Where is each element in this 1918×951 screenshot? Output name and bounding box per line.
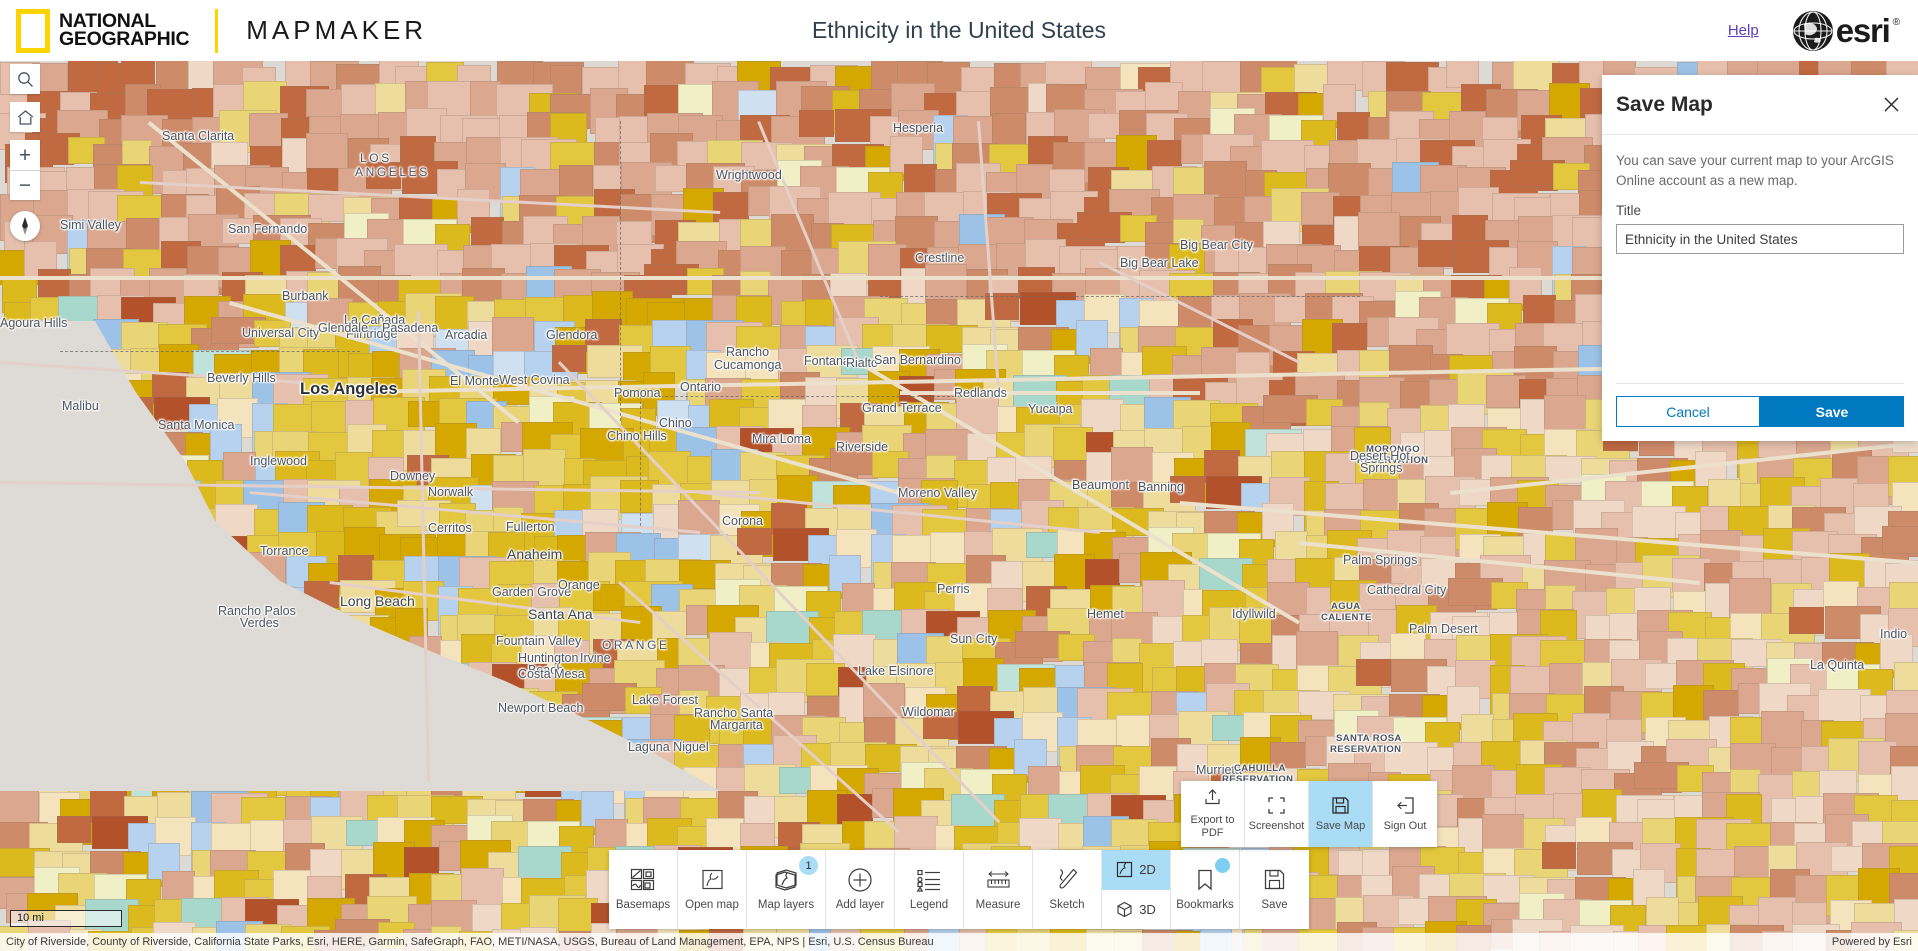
bookmarks-dot-badge <box>1215 858 1230 873</box>
open-map-icon <box>699 866 726 893</box>
upload-icon <box>1202 788 1224 810</box>
zoom-in-button[interactable]: + <box>10 140 40 170</box>
toolbar-label-map-layers: Map layers <box>757 899 815 912</box>
mapmaker-wordmark: MAPMAKER <box>246 15 428 45</box>
zoom-in-label: + <box>18 143 32 167</box>
submenu-label-sign-out: Sign Out <box>1383 820 1427 833</box>
natgeo-wordmark: NATIONAL GEOGRAPHIC <box>59 11 190 50</box>
esri-globe-icon <box>1792 10 1833 51</box>
map-2d-icon <box>1117 862 1133 878</box>
search-icon[interactable] <box>10 64 40 94</box>
toolbar-item-map-layers[interactable]: 1 Map layers <box>747 850 826 929</box>
close-icon[interactable] <box>1878 92 1904 118</box>
dimension-2d-label: 2D <box>1139 862 1156 878</box>
header-right-group: Help esri ® <box>1728 0 1900 61</box>
bookmark-icon <box>1192 866 1219 893</box>
toolbar-item-save[interactable]: Save <box>1240 850 1309 929</box>
map-controls: + − <box>10 64 40 241</box>
toolbar-label-add-layer: Add layer <box>835 899 885 912</box>
home-icon[interactable] <box>10 102 40 132</box>
attribution-sources: City of Riverside, County of Riverside, … <box>6 936 934 948</box>
zoom-out-button[interactable]: − <box>10 170 40 200</box>
save-map-dialog-title: Save Map <box>1616 92 1713 116</box>
cancel-button[interactable]: Cancel <box>1616 396 1760 427</box>
submenu-item-screenshot[interactable]: Screenshot <box>1245 781 1309 847</box>
toolbar-item-bookmarks[interactable]: Bookmarks <box>1171 850 1240 929</box>
screenshot-icon <box>1266 794 1288 816</box>
toolbar-item-add-layer[interactable]: Add layer <box>826 850 895 929</box>
powered-by-esri: Powered by Esri <box>1831 936 1912 948</box>
toolbar-label-sketch: Sketch <box>1049 899 1085 912</box>
scale-bar: 10 mi <box>10 910 122 927</box>
submenu-item-save-map[interactable]: Save Map <box>1309 781 1373 847</box>
submenu-item-export-pdf[interactable]: Export to PDF <box>1181 781 1245 847</box>
national-geographic-logo: NATIONAL GEOGRAPHIC MAPMAKER <box>16 8 428 53</box>
pencil-icon <box>1054 866 1081 893</box>
zoom-controls: + − <box>10 140 40 200</box>
toolbar-label-save: Save <box>1261 899 1288 912</box>
scale-bar-label: 10 mi <box>17 912 44 924</box>
esri-registered-mark: ® <box>1892 16 1900 28</box>
title-input[interactable] <box>1616 224 1904 255</box>
dimension-3d-button[interactable]: 3D <box>1102 890 1170 930</box>
esri-wordmark: esri <box>1835 11 1891 49</box>
dimension-3d-label: 3D <box>1139 901 1156 917</box>
compass-icon[interactable] <box>10 211 40 241</box>
save-map-description: You can save your current map to your Ar… <box>1616 153 1894 188</box>
plus-circle-icon <box>847 866 874 893</box>
submenu-label-save-map: Save Map <box>1315 820 1366 833</box>
bottom-toolbar: Basemaps Open map 1 Map layers Add layer… <box>609 850 1309 929</box>
help-link[interactable]: Help <box>1728 22 1759 39</box>
toolbar-label-measure: Measure <box>975 899 1021 912</box>
map-layers-badge: 1 <box>799 856 818 875</box>
app-header: NATIONAL GEOGRAPHIC MAPMAKER Ethnicity i… <box>0 0 1918 61</box>
signout-icon <box>1394 794 1416 816</box>
toolbar-item-open-map[interactable]: Open map <box>678 850 747 929</box>
map-layers-icon <box>773 866 800 893</box>
legend-icon <box>916 866 943 893</box>
toolbar-label-bookmarks: Bookmarks <box>1176 899 1234 912</box>
ruler-icon <box>985 866 1012 893</box>
dimension-toggle-group: 2D 3D <box>1102 850 1171 929</box>
save-map-dialog-body: You can save your current map to your Ar… <box>1602 135 1918 383</box>
toolbar-label-basemaps: Basemaps <box>615 899 671 912</box>
toolbar-item-sketch[interactable]: Sketch <box>1033 850 1102 929</box>
toolbar-label-legend: Legend <box>909 899 949 912</box>
mapmaker-application: NATIONAL GEOGRAPHIC MAPMAKER Ethnicity i… <box>0 0 1918 951</box>
save-submenu: Export to PDF Screenshot Save Map Sign O… <box>1181 781 1437 847</box>
save-map-dialog-footer: Cancel Save <box>1616 383 1904 441</box>
floppy-icon <box>1330 794 1352 816</box>
title-field-label: Title <box>1616 203 1642 219</box>
submenu-label-screenshot: Screenshot <box>1248 820 1305 833</box>
submenu-item-sign-out[interactable]: Sign Out <box>1373 781 1437 847</box>
save-button[interactable]: Save <box>1760 396 1904 427</box>
natgeo-yellow-rectangle-icon <box>16 8 50 53</box>
dimension-2d-button[interactable]: 2D <box>1102 850 1170 890</box>
toolbar-item-measure[interactable]: Measure <box>964 850 1033 929</box>
natgeo-wordmark-line2: GEOGRAPHIC <box>59 27 190 50</box>
cube-3d-icon <box>1117 901 1132 917</box>
save-map-dialog: Save Map You can save your current map t… <box>1602 75 1918 441</box>
toolbar-item-basemaps[interactable]: Basemaps <box>609 850 678 929</box>
attribution-bar: City of Riverside, County of Riverside, … <box>0 933 1918 951</box>
floppy-icon <box>1261 866 1288 893</box>
zoom-out-label: − <box>18 174 32 197</box>
submenu-label-export-pdf: Export to PDF <box>1190 813 1235 839</box>
toolbar-item-legend[interactable]: Legend <box>895 850 964 929</box>
header-divider <box>215 8 219 53</box>
save-map-dialog-header: Save Map <box>1602 75 1918 135</box>
esri-logo: esri ® <box>1792 10 1900 51</box>
toolbar-label-open-map: Open map <box>685 899 739 912</box>
basemaps-icon <box>630 866 657 893</box>
